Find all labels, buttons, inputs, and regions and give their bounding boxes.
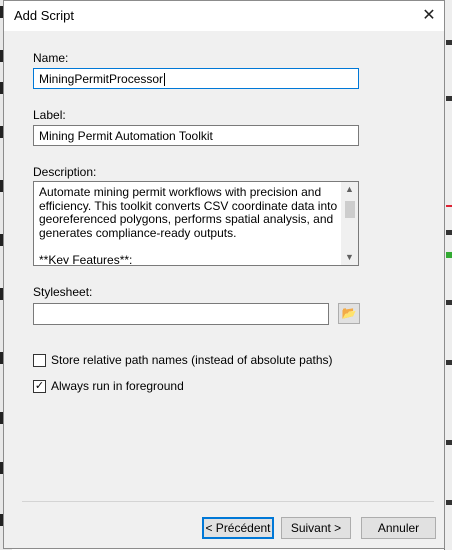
foreground-label: Always run in foreground <box>51 379 184 393</box>
label-label: Label: <box>33 108 66 122</box>
map-mark <box>446 360 452 365</box>
map-mark <box>446 300 452 305</box>
title-bar: Add Script ✕ <box>4 1 444 31</box>
map-mark <box>446 500 452 505</box>
add-script-dialog: Add Script ✕ Name: MiningPermitProcessor… <box>3 0 445 549</box>
foreground-checkbox[interactable]: ✓ <box>33 379 46 393</box>
browse-button[interactable]: 📂 <box>338 303 360 324</box>
close-icon[interactable]: ✕ <box>414 1 444 31</box>
map-mark <box>446 205 452 207</box>
stylesheet-input[interactable] <box>33 303 329 325</box>
description-text: Automate mining permit workflows with pr… <box>39 186 338 264</box>
name-label: Name: <box>33 51 69 65</box>
description-scrollbar[interactable]: ▲ ▼ <box>341 182 358 265</box>
relative-paths-checkbox[interactable] <box>33 353 46 367</box>
description-label: Description: <box>33 165 97 179</box>
chevron-down-icon[interactable]: ▼ <box>341 250 358 265</box>
next-button[interactable]: Suivant > <box>281 517 351 539</box>
label-input[interactable]: Mining Permit Automation Toolkit <box>33 125 359 146</box>
stylesheet-label: Stylesheet: <box>33 285 93 299</box>
footer-divider <box>22 501 434 502</box>
relative-paths-label: Store relative path names (instead of ab… <box>51 353 333 367</box>
scrollbar-thumb[interactable] <box>345 201 355 218</box>
text-caret <box>164 73 166 87</box>
folder-open-icon: 📂 <box>341 306 357 320</box>
description-textarea[interactable]: Automate mining permit workflows with pr… <box>33 181 359 266</box>
foreground-option[interactable]: ✓ Always run in foreground <box>33 379 184 393</box>
background-map-right <box>444 0 452 550</box>
chevron-up-icon[interactable]: ▲ <box>341 182 358 197</box>
map-mark <box>446 96 452 101</box>
relative-paths-option[interactable]: Store relative path names (instead of ab… <box>33 353 333 367</box>
map-mark <box>446 40 452 45</box>
map-mark <box>446 440 452 445</box>
map-mark <box>446 230 452 235</box>
dialog-title: Add Script <box>14 8 74 23</box>
name-input-value: MiningPermitProcessor <box>39 72 164 86</box>
back-button[interactable]: < Précédent <box>202 517 274 539</box>
cancel-button[interactable]: Annuler <box>361 517 436 539</box>
map-mark <box>446 252 452 258</box>
name-input[interactable]: MiningPermitProcessor <box>33 68 359 89</box>
